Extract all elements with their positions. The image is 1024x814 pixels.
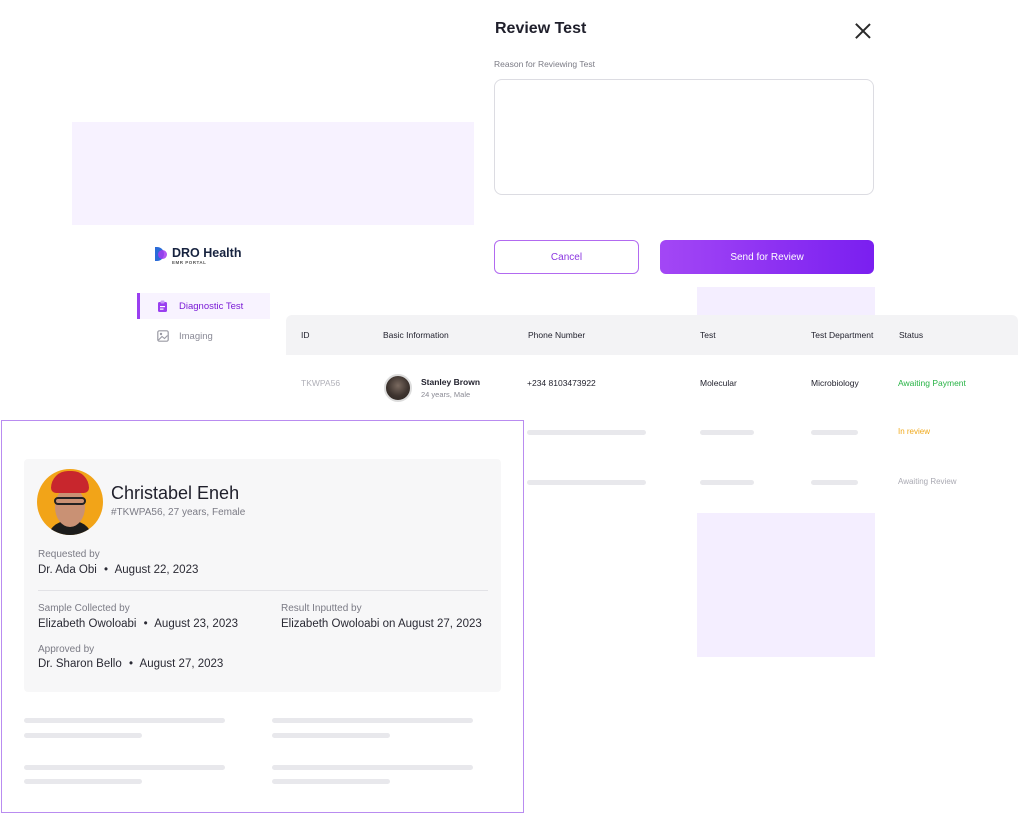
placeholder-bar	[700, 480, 754, 485]
patient-name: Christabel Eneh	[111, 483, 240, 503]
placeholder-bar	[272, 779, 390, 784]
column-header-id: ID	[301, 330, 310, 340]
row-id: TKWPA56	[301, 378, 341, 388]
placeholder-bar	[24, 779, 142, 784]
close-icon[interactable]	[855, 23, 871, 39]
modal-title: Review Test	[495, 20, 587, 37]
requested-by-value: Dr. Ada Obi • August 22, 2023	[38, 564, 198, 576]
brand-subtitle: EMR PORTAL	[172, 260, 207, 265]
requested-by-label: Requested by	[38, 549, 100, 560]
placeholder-bar	[811, 480, 858, 485]
placeholder-bar	[527, 430, 646, 435]
placeholder-bar	[700, 430, 754, 435]
placeholder-bar	[272, 765, 473, 770]
send-for-review-button[interactable]: Send for Review	[660, 240, 874, 274]
placeholder-bar	[24, 718, 225, 723]
brand-name: DRO Health	[172, 246, 242, 260]
requested-date: August 22, 2023	[114, 564, 199, 576]
background-panel	[72, 122, 474, 225]
patient-info: 24 years, Male	[421, 390, 471, 399]
placeholder-bar	[272, 733, 390, 738]
image-icon	[157, 330, 169, 342]
status-badge: In review	[898, 427, 931, 436]
status-badge: Awaiting Payment	[898, 378, 966, 388]
placeholder-bar	[24, 765, 225, 770]
sample-collected-date: August 23, 2023	[154, 618, 239, 630]
placeholder-bar	[24, 733, 142, 738]
sample-collected-name: Elizabeth Owoloabi	[38, 618, 137, 630]
result-inputted-value: Elizabeth Owoloabi on August 27, 2023	[281, 618, 482, 630]
approved-date: August 27, 2023	[139, 658, 224, 670]
clipboard-icon	[157, 300, 169, 312]
avatar-glasses	[54, 497, 86, 505]
cancel-button[interactable]: Cancel	[494, 240, 639, 274]
sample-collected-value: Elizabeth Owoloabi • August 23, 2023	[38, 618, 238, 630]
separator: •	[104, 564, 109, 576]
reason-label: Reason for Reviewing Test	[494, 59, 595, 69]
column-header-basic-information: Basic Information	[383, 330, 449, 340]
avatar	[384, 374, 412, 402]
column-header-test-department: Test Department	[811, 330, 874, 340]
approved-by-value: Dr. Sharon Bello • August 27, 2023	[38, 658, 223, 670]
column-header-phone-number: Phone Number	[528, 330, 586, 340]
phone-number: +234 8103473922	[527, 378, 596, 388]
placeholder-bar	[811, 430, 858, 435]
separator: •	[143, 618, 148, 630]
divider	[38, 590, 488, 591]
approved-by-name: Dr. Sharon Bello	[38, 658, 122, 670]
avatar-face	[55, 487, 85, 527]
placeholder-bar	[272, 718, 473, 723]
sidebar-item-label: Imaging	[179, 330, 213, 342]
dro-logo-icon	[155, 247, 167, 261]
placeholder-bar	[527, 480, 646, 485]
avatar-hat	[51, 471, 89, 493]
column-header-test: Test	[700, 330, 716, 340]
requested-by-name: Dr. Ada Obi	[38, 564, 97, 576]
separator: •	[128, 658, 133, 670]
result-inputted-label: Result Inputted by	[281, 603, 362, 614]
avatar	[37, 469, 103, 535]
sample-collected-label: Sample Collected by	[38, 603, 130, 614]
reason-textarea[interactable]	[494, 79, 874, 195]
status-badge: Awaiting Review	[898, 477, 957, 486]
test-department: Microbiology	[811, 378, 859, 388]
sidebar-item-label: Diagnostic Test	[179, 300, 244, 312]
column-header-status: Status	[899, 330, 924, 340]
test-name: Molecular	[700, 378, 737, 388]
brand-logo: DRO Health EMR PORTAL	[155, 246, 241, 266]
patient-name[interactable]: Stanley Brown	[421, 377, 480, 387]
sidebar-item-imaging[interactable]: Imaging	[137, 323, 270, 349]
sidebar-item-diagnostic-test[interactable]: Diagnostic Test	[137, 293, 270, 319]
patient-meta: #TKWPA56, 27 years, Female	[111, 507, 246, 518]
approved-by-label: Approved by	[38, 644, 95, 655]
